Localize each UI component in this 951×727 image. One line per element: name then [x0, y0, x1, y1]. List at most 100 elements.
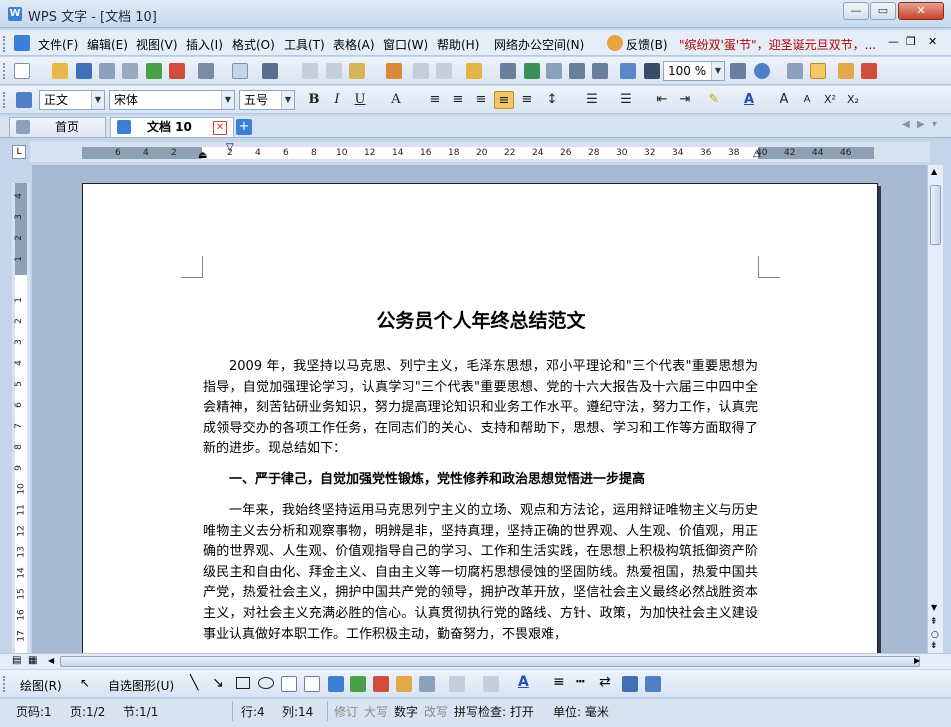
close-tab-icon[interactable]: ✕	[213, 121, 227, 135]
paste-icon[interactable]	[349, 63, 365, 79]
first-line-indent-marker[interactable]: ▽	[226, 142, 234, 153]
increase-indent-icon[interactable]: ⇥	[675, 91, 695, 109]
styles-pane-icon[interactable]	[16, 92, 32, 108]
oval-tool-icon[interactable]	[258, 677, 274, 689]
scroll-up-icon[interactable]: ▲	[931, 167, 937, 176]
menu-table[interactable]: 表格(A)	[333, 36, 375, 53]
line-spacing-icon[interactable]: ↕	[542, 91, 562, 109]
print-icon[interactable]	[198, 63, 214, 79]
close-window-button[interactable]: ✕	[898, 2, 944, 20]
arrow-style-icon[interactable]: ⇄	[599, 674, 611, 690]
right-indent-marker[interactable]: △	[753, 148, 761, 159]
scroll-down-icon[interactable]: ▼	[931, 603, 937, 612]
vertical-textbox-tool-icon[interactable]	[304, 676, 320, 692]
align-center-icon[interactable]: ≡	[448, 91, 468, 109]
status-spellcheck[interactable]: 拼写检查: 打开	[454, 703, 534, 720]
fill-color-icon[interactable]	[449, 676, 465, 692]
document-title[interactable]: 公务员个人年终总结范文	[83, 306, 879, 333]
distribute-icon[interactable]: ≡	[517, 91, 537, 109]
menu-edit[interactable]: 编辑(E)	[87, 36, 128, 53]
tab-home[interactable]: 首页	[9, 117, 106, 137]
style-select[interactable]: 正文 ▼	[39, 90, 105, 110]
print-setup-icon[interactable]	[99, 63, 115, 79]
paragraph-intro[interactable]: 2009 年，我坚持以马克思、列宁主义，毛泽东思想，邓小平理论和"三个代表"重要…	[203, 357, 758, 460]
highlight-icon[interactable]: ✎	[704, 91, 724, 109]
diagram-icon[interactable]	[350, 676, 366, 692]
maximize-button[interactable]: ▭	[870, 2, 896, 20]
horizontal-ruler[interactable]: 6 4 2 2 4 6 8 10 12 14 16 18 20 22 24 26…	[30, 142, 930, 162]
help-icon[interactable]	[754, 63, 770, 79]
font-size-select[interactable]: 五号 ▼	[239, 90, 295, 110]
permission-icon[interactable]	[122, 63, 138, 79]
3d-style-icon[interactable]	[645, 676, 661, 692]
insert-picture-icon[interactable]	[396, 676, 412, 692]
zoom-select[interactable]: 100 % ▼	[663, 61, 725, 81]
doc-restore-icon[interactable]: ❐	[906, 35, 916, 48]
subscript-icon[interactable]: X₂	[843, 91, 863, 109]
document-viewport[interactable]: 公务员个人年终总结范文 2009 年，我坚持以马克思、列宁主义，毛泽东思想，邓小…	[32, 165, 927, 653]
menu-window[interactable]: 窗口(W)	[383, 36, 428, 53]
numbering-icon[interactable]: ☰	[582, 91, 602, 109]
menu-grip[interactable]	[3, 36, 7, 52]
page-view-icon[interactable]	[810, 63, 826, 79]
drawing-font-color-icon[interactable]: A	[518, 674, 529, 690]
page-layout-view-icon[interactable]: ▦	[28, 655, 37, 666]
doc-minimize-icon[interactable]: —	[888, 35, 899, 48]
formula-icon[interactable]	[500, 63, 516, 79]
copy-icon[interactable]	[326, 63, 342, 79]
hyperlink-icon[interactable]	[524, 63, 540, 79]
textbox-tool-icon[interactable]	[281, 676, 297, 692]
char-border-button[interactable]: A	[386, 91, 406, 109]
promo-banner[interactable]: "缤纷双'蛋'节"，迎圣诞元旦双节，...	[679, 36, 876, 53]
traditional-chinese-icon[interactable]	[262, 63, 278, 79]
save-icon[interactable]	[76, 63, 92, 79]
menu-insert[interactable]: 插入(I)	[186, 36, 223, 53]
horizontal-scroll-thumb[interactable]	[60, 656, 920, 667]
menu-help[interactable]: 帮助(H)	[437, 36, 479, 53]
show-marks-icon[interactable]	[644, 63, 660, 79]
tab-scroll-left-icon[interactable]: ◀	[902, 119, 910, 130]
table-grid-icon[interactable]	[569, 63, 585, 79]
dash-style-icon[interactable]: ┅	[576, 674, 584, 690]
open-folder-icon[interactable]	[52, 63, 68, 79]
clipart-icon[interactable]	[373, 676, 389, 692]
doc-close-icon[interactable]: ✕	[928, 35, 937, 48]
columns-icon[interactable]	[592, 63, 608, 79]
line-tool-icon[interactable]: ╲	[190, 675, 198, 691]
bold-button[interactable]: B	[304, 91, 324, 109]
vertical-scrollbar[interactable]: ▲ ▼ ⇞ ○ ⇟	[927, 165, 943, 653]
undo-icon[interactable]	[413, 63, 429, 79]
style-dropdown-icon[interactable]: ▼	[91, 91, 104, 109]
table-tools-icon[interactable]	[466, 63, 482, 79]
normal-view-icon[interactable]: ▤	[12, 655, 21, 666]
horizontal-scrollbar[interactable]: ▤ ▦ ◀ ▶	[0, 653, 951, 669]
justify-icon[interactable]: ≡	[494, 91, 514, 109]
next-page-icon[interactable]: ⇟	[930, 641, 938, 651]
select-pointer-icon[interactable]: ↖	[80, 676, 90, 690]
status-overwrite[interactable]: 改写	[424, 703, 448, 720]
draw-menu-button[interactable]: 绘图(R)	[20, 677, 62, 694]
shadow-style-icon[interactable]	[622, 676, 638, 692]
wps-app-icon[interactable]: W	[8, 7, 22, 21]
drawing-toggle-icon[interactable]	[620, 63, 636, 79]
arrow-tool-icon[interactable]: ↘	[212, 675, 224, 691]
insert-table-icon[interactable]	[546, 63, 562, 79]
wordart-icon[interactable]	[328, 676, 344, 692]
menu-feedback[interactable]: 反馈(B)	[626, 36, 668, 53]
find-icon[interactable]	[730, 63, 746, 79]
align-right-icon[interactable]: ≡	[471, 91, 491, 109]
underline-button[interactable]: U	[350, 91, 370, 109]
minimize-button[interactable]: —	[843, 2, 869, 20]
prev-page-icon[interactable]: ⇞	[930, 617, 938, 627]
status-revise[interactable]: 修订	[334, 703, 358, 720]
tab-list-icon[interactable]: ▾	[932, 119, 937, 130]
scroll-right-icon[interactable]: ▶	[914, 656, 920, 665]
grow-font-icon[interactable]: A	[774, 91, 794, 109]
superscript-icon[interactable]: X²	[820, 91, 840, 109]
picture-from-file-icon[interactable]	[419, 676, 435, 692]
italic-button[interactable]: I	[327, 91, 347, 109]
pdf-export-icon[interactable]	[169, 63, 185, 79]
format-painter-icon[interactable]	[386, 63, 402, 79]
format-grip[interactable]	[3, 92, 7, 108]
menu-file[interactable]: 文件(F)	[38, 36, 78, 53]
